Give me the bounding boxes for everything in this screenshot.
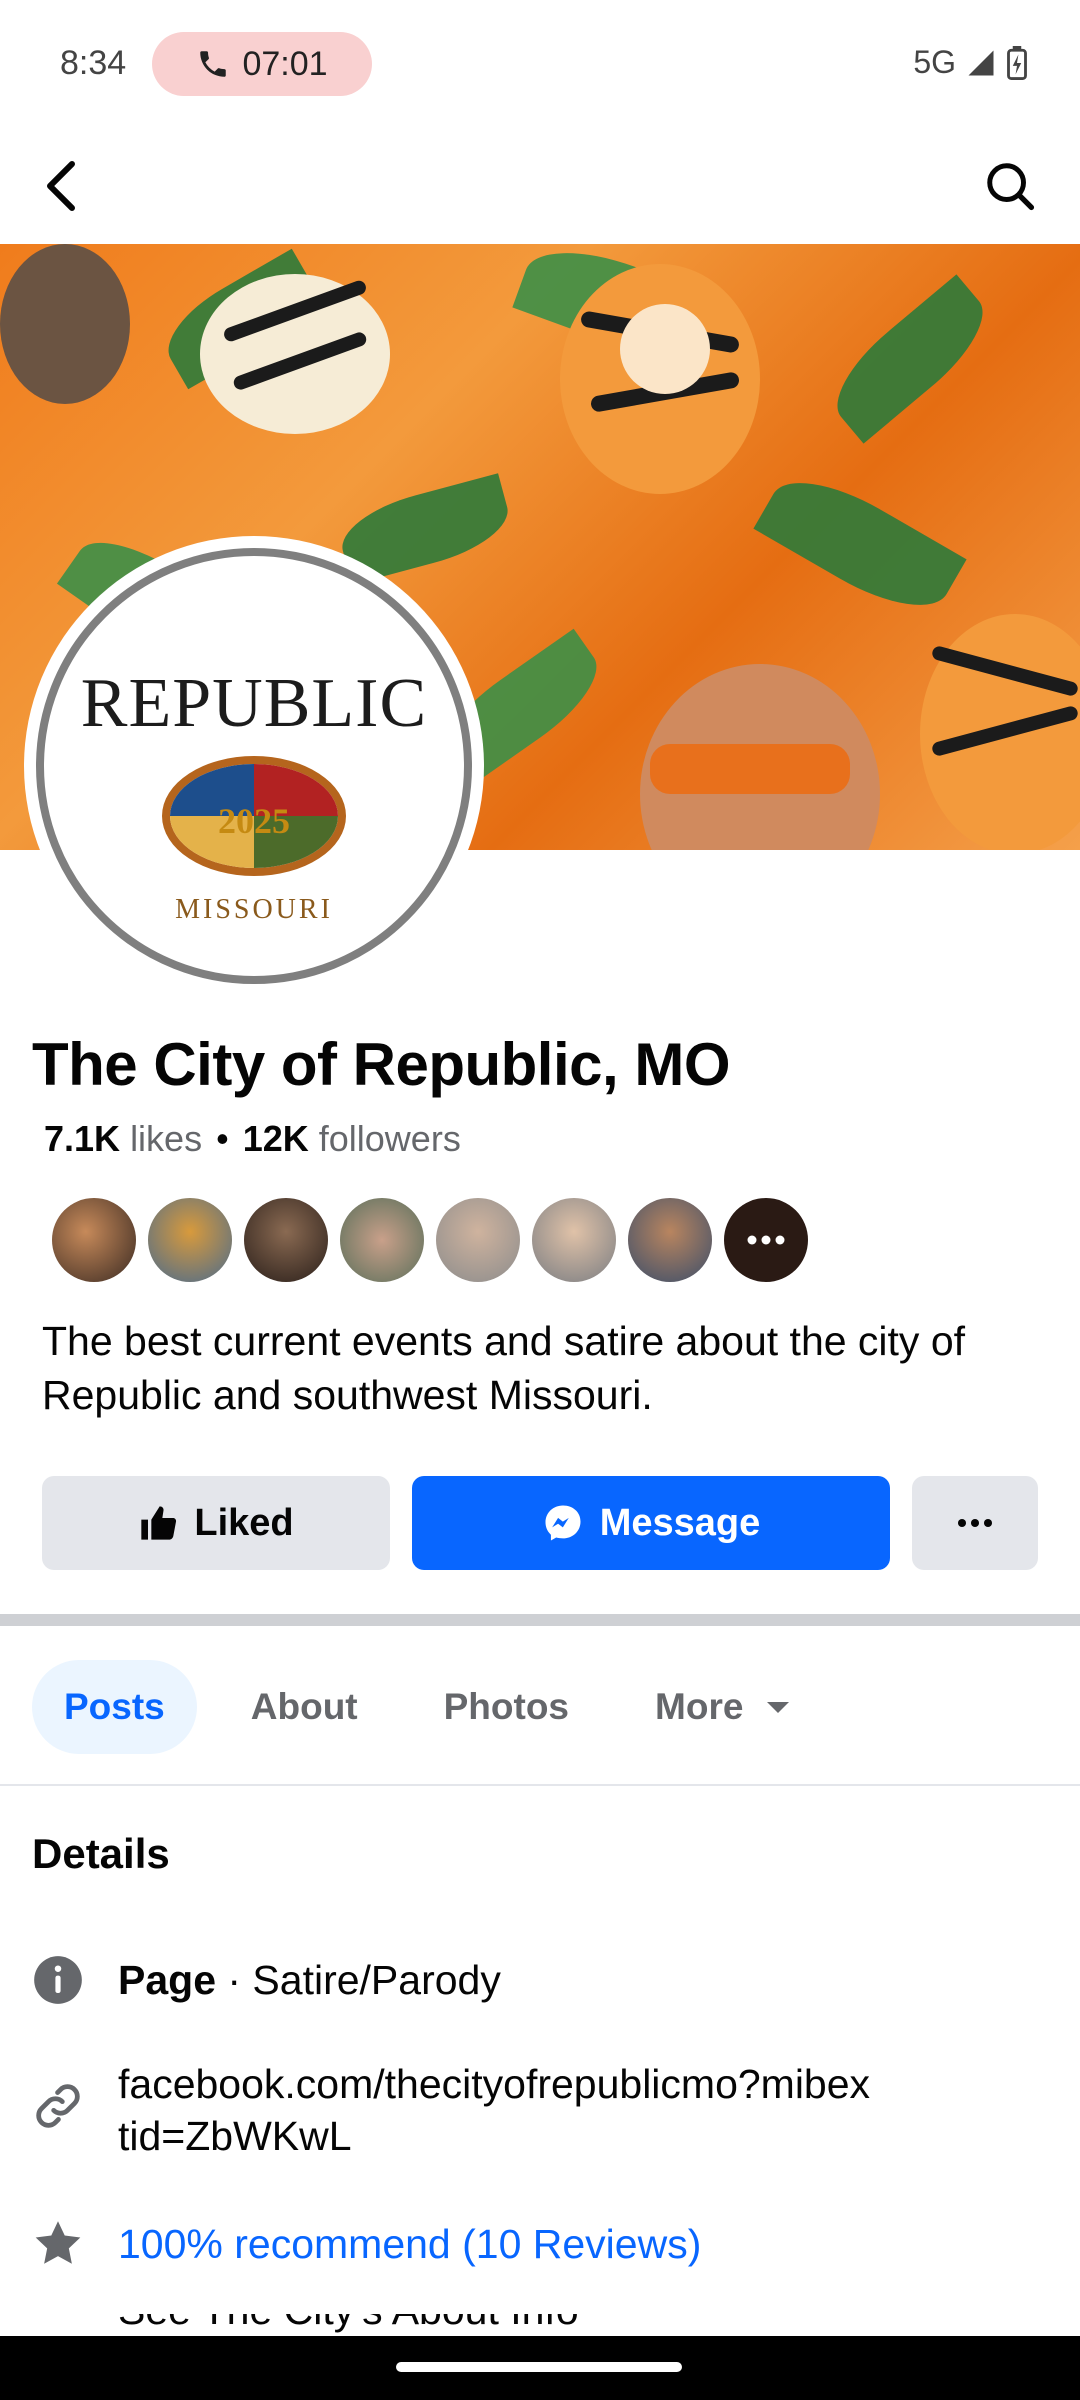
- tab-about[interactable]: About: [219, 1660, 390, 1754]
- logo-year: 2025: [218, 801, 290, 841]
- status-time: 8:34: [60, 44, 127, 82]
- ellipsis-icon: [747, 1235, 785, 1245]
- home-gesture-handle[interactable]: [396, 2362, 682, 2372]
- details-about-row[interactable]: See The City's About Info: [32, 2314, 579, 2336]
- message-label: Message: [599, 1501, 761, 1544]
- avatar[interactable]: [340, 1198, 424, 1282]
- avatar[interactable]: [628, 1198, 712, 1282]
- ongoing-call-pill[interactable]: 07:01: [152, 32, 372, 96]
- tabs-divider: [0, 1784, 1080, 1786]
- page-title: The City of Republic, MO: [32, 1031, 731, 1098]
- more-avatars-button[interactable]: [724, 1198, 808, 1282]
- messenger-icon: [545, 1505, 581, 1541]
- thumbs-up-icon: [141, 1506, 177, 1540]
- about-icon: [32, 2314, 84, 2336]
- avatar[interactable]: [532, 1198, 616, 1282]
- followers-count[interactable]: 12K: [243, 1118, 309, 1159]
- profile-tabs: Posts About Photos More: [32, 1660, 823, 1754]
- page-stats: 7.1K likes • 12K followers: [44, 1118, 461, 1159]
- signal-icon: [968, 50, 994, 75]
- followers-label: followers: [318, 1118, 461, 1159]
- follower-avatars[interactable]: [52, 1198, 808, 1282]
- website-link[interactable]: facebook.com/thecityofrepublicmo?mibexti…: [118, 2058, 878, 2162]
- star-icon: [32, 2218, 84, 2270]
- link-icon: [32, 2080, 84, 2132]
- phone-icon: [200, 51, 227, 77]
- reviews-link[interactable]: 100% recommend (10 Reviews): [118, 2218, 701, 2270]
- liked-button[interactable]: Liked: [42, 1476, 390, 1570]
- category-text: · Satire/Parody: [216, 1957, 501, 2003]
- message-button[interactable]: Message: [412, 1476, 890, 1570]
- avatar[interactable]: [436, 1198, 520, 1282]
- details-reviews-row[interactable]: 100% recommend (10 Reviews): [32, 2218, 701, 2270]
- details-category-row: Page · Satire/Parody: [32, 1954, 501, 2006]
- section-divider: [0, 1614, 1080, 1626]
- info-icon: [32, 1954, 84, 2006]
- avatar[interactable]: [244, 1198, 328, 1282]
- status-icons: 5G: [913, 44, 1028, 81]
- liked-label: Liked: [194, 1501, 294, 1544]
- tab-more-label: More: [655, 1686, 744, 1727]
- tab-posts[interactable]: Posts: [32, 1660, 197, 1754]
- logo-seal: 2025: [162, 756, 346, 876]
- logo-state: MISSOURI: [175, 894, 333, 925]
- search-icon: [987, 163, 1035, 211]
- likes-label: likes: [130, 1118, 203, 1159]
- likes-count[interactable]: 7.1K: [44, 1118, 120, 1159]
- network-type: 5G: [913, 44, 956, 80]
- tab-more[interactable]: More: [623, 1660, 823, 1754]
- see-about-link[interactable]: See The City's About Info: [118, 2314, 579, 2336]
- battery-charging-icon: [1007, 45, 1027, 80]
- call-timer: 07:01: [242, 44, 328, 83]
- ellipsis-icon: [958, 1519, 992, 1527]
- chevron-left-icon: [47, 161, 75, 211]
- avatar[interactable]: [52, 1198, 136, 1282]
- tab-photos[interactable]: Photos: [412, 1660, 601, 1754]
- details-link-row[interactable]: facebook.com/thecityofrepublicmo?mibexti…: [32, 2058, 878, 2162]
- profile-picture[interactable]: REPUBLIC 2025 MISSOURI: [24, 536, 484, 996]
- page-bio: The best current events and satire about…: [42, 1318, 966, 1418]
- more-actions-button[interactable]: [912, 1476, 1038, 1570]
- category-bold: Page: [118, 1957, 216, 2003]
- details-heading: Details: [32, 1830, 170, 1877]
- caret-down-icon: [767, 1702, 790, 1713]
- back-button[interactable]: [22, 146, 102, 226]
- avatar[interactable]: [148, 1198, 232, 1282]
- logo-wordmark: REPUBLIC: [80, 665, 428, 742]
- search-button[interactable]: [970, 146, 1050, 226]
